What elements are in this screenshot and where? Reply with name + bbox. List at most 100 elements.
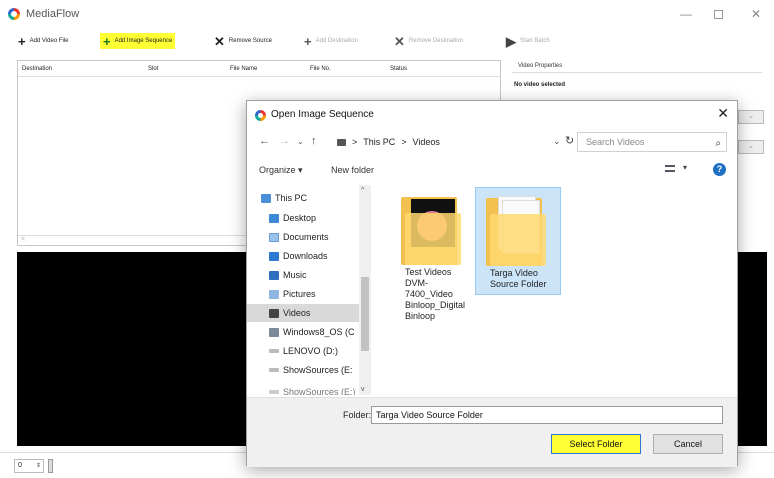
new-folder-button[interactable]: New folder xyxy=(331,165,374,175)
search-input[interactable]: Search Videos ⌕ xyxy=(577,132,727,152)
start-batch-button[interactable]: ▶ Start Batch xyxy=(506,33,550,49)
folder-name: Test Videos DVM-7400_Video Binloop_Digit… xyxy=(405,267,466,321)
side-dropdown-1[interactable]: ⌄ xyxy=(738,110,764,124)
nav-item-showsources[interactable]: ShowSources (E: xyxy=(269,361,373,379)
downloads-icon xyxy=(269,251,279,261)
dialog-close-button[interactable]: ✕ xyxy=(717,105,729,122)
divider xyxy=(512,72,762,73)
cancel-button[interactable]: Cancel xyxy=(653,434,723,454)
dialog-titlebar: Open Image Sequence ✕ xyxy=(247,101,737,129)
app-title: MediaFlow xyxy=(26,8,80,20)
back-arrow-icon[interactable]: ← xyxy=(259,135,270,147)
nav-item-label: ShowSources (E:) xyxy=(283,387,356,395)
timeline-slider-handle[interactable] xyxy=(48,459,53,473)
video-properties-value: No video selected xyxy=(514,82,566,88)
app-titlebar: MediaFlow — ✕ xyxy=(0,0,774,28)
nav-item-music[interactable]: Music xyxy=(269,266,373,284)
column-status[interactable]: Status xyxy=(390,66,407,72)
dialog-footer: Folder: Targa Video Source Folder Select… xyxy=(247,397,737,467)
list-header: Destination Slot File Name File No. Stat… xyxy=(18,61,500,77)
folder-name: Targa Video Source Folder xyxy=(490,268,547,289)
add-destination-button[interactable]: + Add Destination xyxy=(304,33,358,49)
close-button[interactable]: ✕ xyxy=(742,4,770,24)
app-logo-icon xyxy=(8,8,20,20)
nav-item-label: This PC xyxy=(275,193,308,203)
nav-scrollbar[interactable]: ^ v xyxy=(359,185,371,395)
documents-icon xyxy=(269,232,279,242)
column-destination[interactable]: Destination xyxy=(22,66,52,72)
nav-item-label: Windows8_OS (C xyxy=(283,327,355,337)
folder-field-label: Folder: xyxy=(343,410,372,420)
plus-icon: + xyxy=(103,33,111,49)
help-icon[interactable]: ? xyxy=(713,163,726,176)
navigation-pane: This PC Desktop Documents Downloads Musi… xyxy=(247,185,373,395)
x-arrow-icon: ✕ xyxy=(394,33,405,49)
up-arrow-icon[interactable]: ↑ xyxy=(311,135,317,147)
view-dropdown-icon[interactable]: ▾ xyxy=(683,163,687,172)
recent-chevron-icon[interactable]: ⌄ xyxy=(297,137,304,146)
breadcrumb-separator: > xyxy=(401,137,407,147)
desktop-icon xyxy=(269,213,279,223)
open-image-sequence-dialog: Open Image Sequence ✕ ← → ⌄ ↑ > This PC … xyxy=(246,100,738,467)
scroll-down-icon[interactable]: v xyxy=(361,386,365,393)
pictures-icon xyxy=(269,289,279,299)
refresh-icon[interactable]: ↻ xyxy=(565,134,574,147)
app-logo-icon xyxy=(255,110,266,121)
forward-arrow-icon[interactable]: → xyxy=(279,135,290,147)
nav-item-videos[interactable]: Videos xyxy=(247,304,359,322)
stepper-arrows-icon[interactable]: ⇕ xyxy=(36,460,41,472)
maximize-button[interactable] xyxy=(704,4,732,24)
address-bar[interactable]: > This PC > Videos xyxy=(335,132,573,152)
nav-item-showsources-2[interactable]: ShowSources (E:) xyxy=(269,383,373,395)
remove-source-button[interactable]: ✕ Remove Source xyxy=(214,33,272,49)
scrollbar-thumb[interactable] xyxy=(361,277,369,351)
scroll-up-icon[interactable]: ^ xyxy=(361,187,364,194)
drive-icon xyxy=(269,327,279,337)
address-dropdown-icon[interactable]: ⌄ xyxy=(553,136,561,147)
drive-icon xyxy=(269,349,279,353)
scroll-left-icon[interactable]: < xyxy=(21,236,25,243)
nav-item-label: Desktop xyxy=(283,213,317,223)
plus-icon: + xyxy=(18,33,26,49)
view-options-icon[interactable] xyxy=(665,165,675,172)
remove-destination-label: Remove Destination xyxy=(408,38,463,44)
start-batch-label: Start Batch xyxy=(520,38,550,44)
breadcrumb-videos[interactable]: Videos xyxy=(413,137,440,147)
nav-item-lenovo[interactable]: LENOVO (D:) xyxy=(269,342,373,360)
nav-item-pictures[interactable]: Pictures xyxy=(269,285,373,303)
remove-source-label: Remove Source xyxy=(228,38,272,44)
play-icon: ▶ xyxy=(506,33,516,49)
address-row: ← → ⌄ ↑ > This PC > Videos ⌄ ↻ Search Vi… xyxy=(247,131,737,155)
file-pane: Test Videos DVM-7400_Video Binloop_Digit… xyxy=(377,185,733,395)
folder-item[interactable]: Test Videos DVM-7400_Video Binloop_Digit… xyxy=(391,187,477,326)
folder-field[interactable]: Targa Video Source Folder xyxy=(371,406,723,424)
side-dropdown-2[interactable]: ⌄ xyxy=(738,140,764,154)
add-destination-label: Add Destination xyxy=(315,38,358,44)
remove-destination-button[interactable]: ✕ Remove Destination xyxy=(394,33,463,49)
add-image-sequence-button[interactable]: + Add Image Sequence xyxy=(100,33,176,49)
nav-item-label: LENOVO (D:) xyxy=(283,346,339,356)
nav-item-downloads[interactable]: Downloads xyxy=(269,247,373,265)
folder-item-selected[interactable]: Targa Video Source Folder xyxy=(475,187,561,295)
nav-item-documents[interactable]: Documents xyxy=(269,228,373,246)
nav-item-label: Videos xyxy=(283,308,311,318)
search-placeholder: Search Videos xyxy=(586,137,645,147)
column-file-no[interactable]: File No. xyxy=(310,66,331,72)
maximize-icon xyxy=(713,10,723,20)
command-bar: Organize ▾ New folder ▾ ? xyxy=(247,157,737,183)
minimize-button[interactable]: — xyxy=(672,4,700,24)
breadcrumb-this-pc[interactable]: This PC xyxy=(363,137,395,147)
column-slot[interactable]: Slot xyxy=(148,66,158,72)
add-video-file-button[interactable]: + Add Video File xyxy=(18,33,69,49)
frame-stepper[interactable]: 0 ⇕ xyxy=(14,459,44,473)
nav-item-this-pc[interactable]: This PC xyxy=(261,189,365,207)
column-file-name[interactable]: File Name xyxy=(230,66,257,72)
nav-item-desktop[interactable]: Desktop xyxy=(269,209,373,227)
folder-icon xyxy=(401,193,461,265)
select-folder-button[interactable]: Select Folder xyxy=(551,434,641,454)
nav-item-windows8-os[interactable]: Windows8_OS (C xyxy=(269,323,373,341)
music-icon xyxy=(269,270,279,280)
videos-icon xyxy=(269,308,279,318)
nav-item-label: ShowSources (E: xyxy=(283,365,353,375)
organize-menu[interactable]: Organize ▾ xyxy=(259,165,303,176)
